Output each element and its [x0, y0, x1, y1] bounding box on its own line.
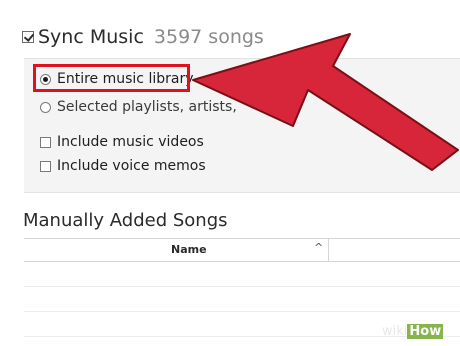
song-count: 3597 songs	[153, 26, 264, 48]
watermark-part2: How	[407, 324, 444, 339]
sync-music-checkbox[interactable]	[22, 31, 34, 43]
table-row	[24, 286, 460, 287]
table-row	[24, 311, 460, 312]
table-header: Name ^	[24, 239, 460, 262]
sync-music-label: Sync Music	[38, 26, 144, 48]
include-videos-option[interactable]: Include music videos	[40, 134, 204, 150]
watermark-part1: wiki	[382, 324, 408, 339]
sort-ascending-icon: ^	[314, 241, 324, 254]
manually-added-title: Manually Added Songs	[23, 210, 228, 231]
itunes-sync-panel: Sync Music 3597 songs Entire music libra…	[0, 0, 460, 346]
highlight-box	[33, 64, 190, 92]
wikihow-watermark: wiki How	[382, 324, 444, 339]
name-column-header[interactable]: Name	[171, 243, 207, 256]
include-videos-label: Include music videos	[57, 134, 204, 150]
sync-music-row[interactable]: Sync Music 3597 songs	[22, 26, 264, 48]
include-memos-checkbox[interactable]	[40, 160, 51, 172]
selected-playlists-option[interactable]: Selected playlists, artists,	[40, 99, 237, 115]
column-divider[interactable]	[328, 239, 329, 261]
selected-playlists-label: Selected playlists, artists,	[57, 99, 237, 115]
include-memos-option[interactable]: Include voice memos	[40, 158, 206, 174]
include-memos-label: Include voice memos	[57, 158, 206, 174]
include-videos-checkbox[interactable]	[40, 136, 51, 148]
selected-playlists-radio[interactable]	[40, 101, 51, 113]
